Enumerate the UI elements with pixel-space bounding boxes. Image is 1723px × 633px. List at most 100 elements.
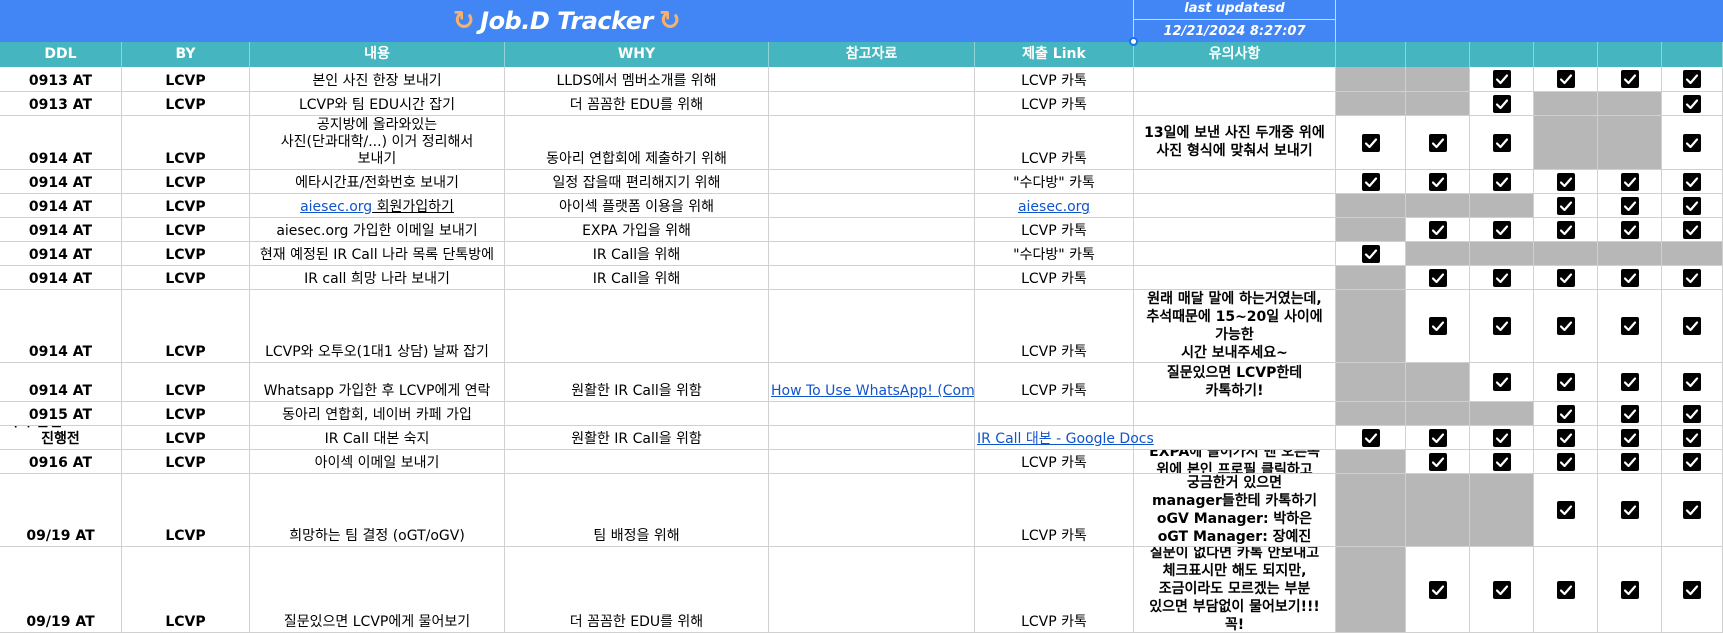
check-cell[interactable] xyxy=(1336,363,1406,402)
cell-why[interactable]: 원활한 IR Call을 위함 xyxy=(505,363,769,402)
check-cell[interactable] xyxy=(1406,474,1470,547)
check-cell[interactable] xyxy=(1662,363,1723,402)
check-cell[interactable] xyxy=(1470,426,1534,450)
check-cell[interactable] xyxy=(1406,67,1470,92)
check-cell[interactable] xyxy=(1534,116,1598,170)
cell-ddl[interactable]: 0913 AT xyxy=(0,67,122,92)
cell-why[interactable]: IR Call을 위해 xyxy=(505,266,769,290)
cell-ddl[interactable]: 0914 AT xyxy=(0,116,122,170)
check-cell[interactable] xyxy=(1534,290,1598,363)
check-cell[interactable] xyxy=(1336,402,1406,426)
header-by[interactable]: BY xyxy=(122,42,250,67)
cell-content[interactable]: 동아리 연합회, 네이버 카페 가입 xyxy=(250,402,505,426)
check-cell[interactable] xyxy=(1598,92,1662,116)
cell-submit-link[interactable]: "수다방" 카톡 xyxy=(975,242,1134,266)
checkbox-checked-icon[interactable] xyxy=(1428,580,1447,599)
checkbox-checked-icon[interactable] xyxy=(1620,428,1639,447)
cell-submit-link[interactable]: LCVP 카톡 xyxy=(975,547,1134,633)
cell-notes[interactable] xyxy=(1134,218,1336,242)
check-cell[interactable] xyxy=(1662,242,1723,266)
cell-by[interactable]: LCVP xyxy=(122,92,250,116)
check-cell[interactable] xyxy=(1470,92,1534,116)
cell-why[interactable] xyxy=(505,450,769,474)
cell-ddl[interactable]: 0914 AT xyxy=(0,218,122,242)
cell-ddl[interactable]: 0914 AT xyxy=(0,290,122,363)
cell-why[interactable]: 더 꼼꼼한 EDU를 위해 xyxy=(505,547,769,633)
check-cell[interactable] xyxy=(1598,402,1662,426)
checkbox-checked-icon[interactable] xyxy=(1620,70,1639,88)
check-cell[interactable] xyxy=(1406,218,1470,242)
check-cell[interactable] xyxy=(1406,402,1470,426)
checkbox-checked-icon[interactable] xyxy=(1556,452,1575,471)
cell-reference[interactable] xyxy=(769,67,975,92)
cell-by[interactable]: LCVP xyxy=(122,194,250,218)
cell-by[interactable]: LCVP xyxy=(122,170,250,194)
cell-by[interactable]: LCVP xyxy=(122,290,250,363)
check-cell[interactable] xyxy=(1470,450,1534,474)
cell-by[interactable]: LCVP xyxy=(122,426,250,450)
checkbox-checked-icon[interactable] xyxy=(1683,220,1701,239)
cell-reference[interactable] xyxy=(769,402,975,426)
cell-submit-link[interactable]: aiesec.org xyxy=(975,194,1134,218)
ir-call-doc-link[interactable]: IR Call 대본 - Google Docs xyxy=(977,431,1154,448)
checkbox-checked-icon[interactable] xyxy=(1428,268,1447,287)
cell-content[interactable]: LCVP와 팀 EDU시간 잡기 xyxy=(250,92,505,116)
check-cell[interactable] xyxy=(1470,266,1534,290)
check-cell[interactable] xyxy=(1598,194,1662,218)
check-cell[interactable] xyxy=(1336,474,1406,547)
check-cell[interactable] xyxy=(1406,363,1470,402)
checkbox-checked-icon[interactable] xyxy=(1428,317,1447,335)
cell-notes[interactable] xyxy=(1134,266,1336,290)
cell-notes[interactable] xyxy=(1134,402,1336,426)
cell-content[interactable]: Whatsapp 가입한 후 LCVP에게 연락 xyxy=(250,363,505,402)
checkbox-checked-icon[interactable] xyxy=(1492,133,1511,152)
cell-content[interactable]: 질문있으면 LCVP에게 물어보기 xyxy=(250,547,505,633)
cell-why[interactable]: 더 꼼꼼한 EDU를 위해 xyxy=(505,92,769,116)
cell-notes[interactable] xyxy=(1134,194,1336,218)
check-cell[interactable] xyxy=(1598,266,1662,290)
check-cell[interactable] xyxy=(1336,92,1406,116)
checkbox-checked-icon[interactable] xyxy=(1428,452,1447,471)
checkbox-checked-icon[interactable] xyxy=(1428,220,1447,239)
cell-by[interactable]: LCVP xyxy=(122,547,250,633)
checkbox-checked-icon[interactable] xyxy=(1556,428,1575,447)
checkbox-checked-icon[interactable] xyxy=(1492,452,1511,471)
cell-content[interactable]: 공지방에 올라와있는 사진(단과대학/...) 이거 정리해서 보내기 xyxy=(250,116,505,170)
header-ddl[interactable]: DDL xyxy=(0,42,122,67)
selection-handle[interactable] xyxy=(1129,37,1138,46)
check-cell[interactable] xyxy=(1662,67,1723,92)
check-cell[interactable] xyxy=(1406,92,1470,116)
check-cell[interactable] xyxy=(1534,67,1598,92)
checkbox-checked-icon[interactable] xyxy=(1620,452,1639,471)
cell-by[interactable]: LCVP xyxy=(122,363,250,402)
cell-content[interactable]: 본인 사진 한장 보내기 xyxy=(250,67,505,92)
checkbox-checked-icon[interactable] xyxy=(1620,580,1639,599)
checkbox-checked-icon[interactable] xyxy=(1620,501,1639,519)
check-cell[interactable] xyxy=(1336,194,1406,218)
cell-submit-link[interactable]: LCVP 카톡 xyxy=(975,450,1134,474)
cell-notes[interactable]: 원래 매달 말에 하는거였는데, 추석때문에 15~20일 사이에 가능한 시간 보내… xyxy=(1134,290,1336,363)
checkbox-checked-icon[interactable] xyxy=(1556,70,1575,88)
header-reference[interactable]: 참고자료 xyxy=(769,42,975,67)
check-cell[interactable] xyxy=(1598,290,1662,363)
aiesec-link[interactable]: aiesec.org xyxy=(300,199,372,215)
checkbox-checked-icon[interactable] xyxy=(1683,452,1701,471)
check-cell[interactable] xyxy=(1336,116,1406,170)
cell-submit-link[interactable]: LCVP 카톡 xyxy=(975,67,1134,92)
check-cell[interactable] xyxy=(1534,426,1598,450)
check-cell[interactable] xyxy=(1662,194,1723,218)
check-cell[interactable] xyxy=(1336,170,1406,194)
check-cell[interactable] xyxy=(1662,116,1723,170)
cell-notes[interactable] xyxy=(1134,170,1336,194)
cell-by[interactable]: LCVP xyxy=(122,450,250,474)
checkbox-checked-icon[interactable] xyxy=(1683,268,1701,287)
checkbox-checked-icon[interactable] xyxy=(1620,220,1639,239)
cell-reference[interactable]: How To Use WhatsApp! (Complete Beginners… xyxy=(769,363,975,402)
checkbox-checked-icon[interactable] xyxy=(1361,244,1380,263)
check-cell[interactable] xyxy=(1470,547,1534,633)
checkbox-checked-icon[interactable] xyxy=(1556,317,1575,335)
cell-by[interactable]: LCVP xyxy=(122,218,250,242)
check-cell[interactable] xyxy=(1470,194,1534,218)
check-cell[interactable] xyxy=(1470,242,1534,266)
cell-reference[interactable] xyxy=(769,92,975,116)
